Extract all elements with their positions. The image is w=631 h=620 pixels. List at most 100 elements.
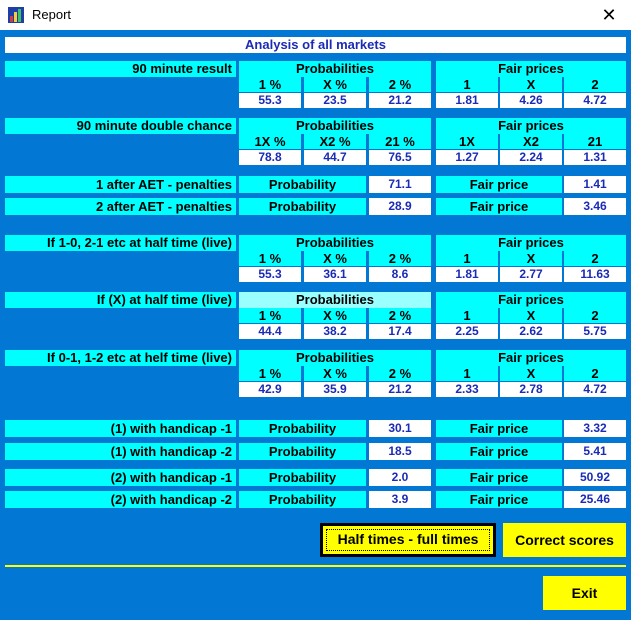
fair-col-x: X (500, 77, 562, 92)
prob-value-1: 55.3 (239, 93, 301, 108)
row-label-double-chance: 90 minute double chance (5, 118, 236, 134)
fair-price-value: 3.46 (564, 198, 626, 215)
probabilities-header: Probabilities (239, 61, 431, 77)
probability-label: Probability (239, 491, 366, 508)
correct-scores-button[interactable]: Correct scores (503, 523, 626, 557)
prob-col-1: 1 % (239, 308, 301, 323)
fair-col-2: 2 (564, 366, 626, 381)
fair-price-value: 1.41 (564, 176, 626, 193)
probability-value: 28.9 (369, 198, 431, 215)
probability-label: Probability (239, 443, 366, 460)
fair-col-1: 1 (436, 308, 498, 323)
fair-price-label: Fair price (436, 198, 562, 215)
prob-col-x: X % (304, 251, 366, 266)
fair-value-1: 2.33 (436, 382, 498, 397)
prob-col-1: 1 % (239, 366, 301, 381)
fair-value-1x: 1.27 (436, 150, 498, 165)
prob-value-2: 21.2 (369, 382, 431, 397)
fair-col-21: 21 (564, 134, 626, 149)
fair-col-1: 1 (436, 77, 498, 92)
fair-price-label: Fair price (436, 491, 562, 508)
probability-label: Probability (239, 469, 366, 486)
fair-col-x: X (500, 366, 562, 381)
fair-value-1: 1.81 (436, 93, 498, 108)
prob-value-x: 36.1 (304, 267, 366, 282)
probability-value: 2.0 (369, 469, 431, 486)
row-label-ht-home-lead: If 1-0, 2-1 etc at half time (live) (5, 235, 236, 251)
fair-value-1: 2.25 (436, 324, 498, 339)
row-label-2-after-aet: 2 after AET - penalties (5, 198, 236, 215)
fair-col-x: X (500, 251, 562, 266)
fair-price-label: Fair price (436, 176, 562, 193)
probability-label: Probability (239, 198, 366, 215)
prob-value-x: 35.9 (304, 382, 366, 397)
fair-col-x2: X2 (500, 134, 562, 149)
fair-col-2: 2 (564, 77, 626, 92)
probabilities-header: Probabilities (239, 350, 431, 366)
prob-col-1: 1 % (239, 251, 301, 266)
prob-value-x: 38.2 (304, 324, 366, 339)
row-label-90-minute-result: 90 minute result (5, 61, 236, 77)
row-label-ht-draw: If (X) at half time (live) (5, 292, 236, 308)
fair-prices-header: Fair prices (436, 350, 626, 366)
window-title: Report (32, 7, 72, 22)
prob-col-1x: 1X % (239, 134, 301, 149)
fair-col-1: 1 (436, 251, 498, 266)
banner-title: Analysis of all markets (5, 37, 626, 53)
prob-col-2: 2 % (369, 308, 431, 323)
fair-price-label: Fair price (436, 443, 562, 460)
fair-price-value: 25.46 (564, 491, 626, 508)
fair-price-label: Fair price (436, 469, 562, 486)
row-label-1-after-aet: 1 after AET - penalties (5, 176, 236, 193)
prob-col-21: 21 % (369, 134, 431, 149)
fair-col-1x: 1X (436, 134, 498, 149)
fair-col-x: X (500, 308, 562, 323)
fair-value-x: 4.26 (500, 93, 562, 108)
probability-value: 3.9 (369, 491, 431, 508)
fair-value-x: 2.62 (500, 324, 562, 339)
half-times-full-times-button[interactable]: Half times - full times (320, 523, 496, 557)
prob-value-x2: 44.7 (304, 150, 366, 165)
fair-prices-header: Fair prices (436, 292, 626, 308)
prob-value-21: 76.5 (369, 150, 431, 165)
row-label-home-handicap-1: (1) with handicap -1 (5, 420, 236, 437)
fair-prices-header: Fair prices (436, 235, 626, 251)
probabilities-header: Probabilities (239, 292, 431, 308)
prob-value-2: 21.2 (369, 93, 431, 108)
exit-button[interactable]: Exit (543, 576, 626, 610)
app-icon (8, 7, 24, 23)
row-label-ht-away-lead: If 0-1, 1-2 etc at helf time (live) (5, 350, 236, 366)
fair-value-21: 1.31 (564, 150, 626, 165)
prob-value-x: 23.5 (304, 93, 366, 108)
prob-col-x: X % (304, 77, 366, 92)
fair-value-2: 4.72 (564, 382, 626, 397)
probabilities-header: Probabilities (239, 118, 431, 134)
probability-label: Probability (239, 420, 366, 437)
fair-col-2: 2 (564, 251, 626, 266)
prob-value-2: 8.6 (369, 267, 431, 282)
prob-col-x2: X2 % (304, 134, 366, 149)
prob-col-x: X % (304, 308, 366, 323)
prob-value-1: 44.4 (239, 324, 301, 339)
probability-value: 18.5 (369, 443, 431, 460)
fair-prices-header: Fair prices (436, 61, 626, 77)
fair-value-2: 11.63 (564, 267, 626, 282)
fair-value-2: 4.72 (564, 93, 626, 108)
probability-value: 71.1 (369, 176, 431, 193)
fair-col-1: 1 (436, 366, 498, 381)
row-label-away-handicap-2: (2) with handicap -2 (5, 491, 236, 508)
close-icon[interactable]: ✕ (587, 0, 631, 30)
fair-value-2: 5.75 (564, 324, 626, 339)
fair-price-label: Fair price (436, 420, 562, 437)
row-label-home-handicap-2: (1) with handicap -2 (5, 443, 236, 460)
fair-price-value: 5.41 (564, 443, 626, 460)
fair-value-x: 2.77 (500, 267, 562, 282)
fair-price-value: 50.92 (564, 469, 626, 486)
fair-prices-header: Fair prices (436, 118, 626, 134)
prob-value-2: 17.4 (369, 324, 431, 339)
fair-value-x2: 2.24 (500, 150, 562, 165)
fair-price-value: 3.32 (564, 420, 626, 437)
fair-value-x: 2.78 (500, 382, 562, 397)
probabilities-header: Probabilities (239, 235, 431, 251)
probability-value: 30.1 (369, 420, 431, 437)
